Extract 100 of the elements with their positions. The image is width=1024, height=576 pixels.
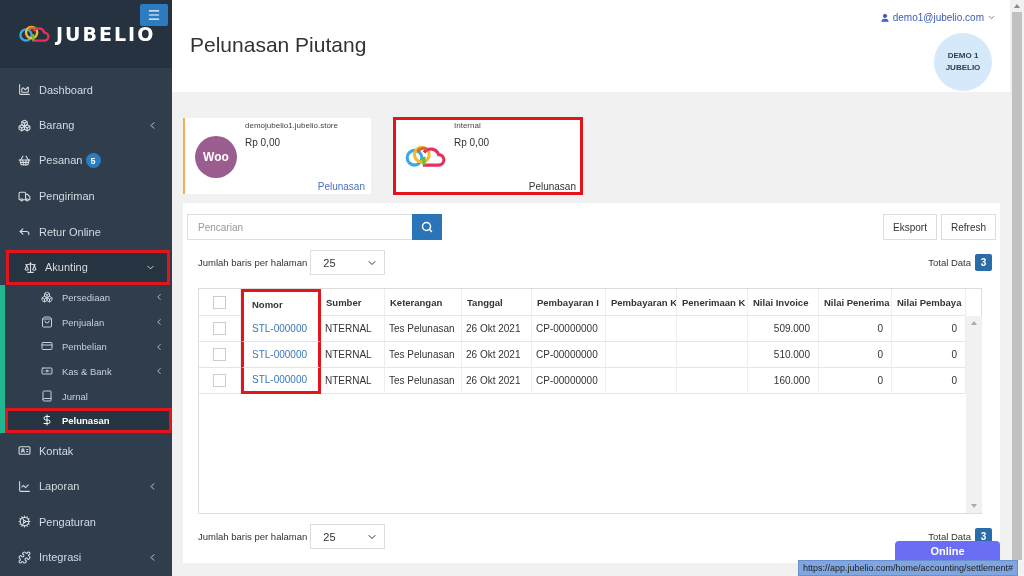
column-header[interactable]: Nomor: [241, 289, 321, 316]
table-cell: 26 Okt 2021: [462, 316, 532, 342]
table-cell: Tes Pelunasan: [385, 368, 462, 394]
sidebar-item[interactable]: Laporan: [0, 468, 172, 505]
sidebar-item[interactable]: Pengaturan: [0, 504, 172, 540]
table-cell: 26 Okt 2021: [462, 368, 532, 394]
sidebar-item-icon: [18, 515, 31, 529]
column-header[interactable]: Nilai Penerima: [819, 289, 892, 316]
menu-icon: [147, 8, 161, 22]
sidebar-item-icon: [24, 260, 37, 274]
settlement-link[interactable]: Pelunasan: [528, 181, 576, 192]
column-header[interactable]: Pembayaran I: [532, 289, 606, 316]
rows-per-page-label: Jumlah baris per halaman: [198, 531, 308, 542]
user-menu[interactable]: demo1@jubelio.com: [879, 12, 996, 23]
column-header[interactable]: Tanggal: [462, 289, 532, 316]
store-amount: Rp 0,00: [454, 137, 491, 148]
sidebar-item-icon: [18, 154, 31, 168]
table-scrollbar[interactable]: [966, 316, 982, 513]
sidebar-item[interactable]: Kontak: [0, 433, 172, 469]
table-cell: [606, 368, 677, 394]
search-field[interactable]: Pencarian: [187, 214, 412, 240]
checkbox[interactable]: [213, 322, 226, 335]
toolbar-button[interactable]: Refresh: [941, 214, 996, 240]
sidebar-item-icon: [41, 364, 54, 378]
sidebar-item-icon: [18, 189, 31, 203]
store-amount: Rp 0,00: [245, 137, 282, 148]
caret-icon: [987, 13, 996, 22]
menu-button[interactable]: [140, 4, 168, 26]
online-button[interactable]: Online: [895, 541, 1000, 560]
rows-per-page-select[interactable]: 25: [310, 250, 386, 275]
store-name: demojubelio1.jubelio.store: [245, 121, 339, 130]
column-header[interactable]: Penerimaan K: [677, 289, 748, 316]
table-cell: 510.000: [748, 342, 819, 368]
table-cell: CP-00000000: [532, 316, 606, 342]
rows-per-page-label: Jumlah baris per halaman: [198, 257, 308, 268]
total-data-label: Total Data: [928, 257, 971, 268]
sidebar-item[interactable]: Retur Online: [0, 214, 172, 250]
sidebar-item[interactable]: Dashboard: [0, 72, 172, 108]
column-header[interactable]: Nilai Pembaya: [892, 289, 966, 316]
store-logo: Woo: [195, 135, 237, 178]
search-button[interactable]: [412, 214, 442, 240]
table-cell: CP-00000000: [532, 342, 606, 368]
settlement-number-link[interactable]: STL-000000: [241, 342, 321, 368]
sidebar-item[interactable]: Barang: [0, 107, 172, 143]
column-header[interactable]: Nilai Invoice: [748, 289, 819, 316]
sidebar-subitem[interactable]: Persediaan: [5, 285, 172, 310]
sidebar-subitem[interactable]: Kas & Bank: [5, 359, 172, 384]
sidebar-item-icon: [41, 290, 54, 304]
total-count: 3: [975, 254, 992, 271]
store-name: Internal: [454, 121, 482, 130]
settlement-link[interactable]: Pelunasan: [317, 181, 365, 192]
checkbox[interactable]: [213, 295, 226, 309]
status-url-tooltip: https://app.jubelio.com/home/accounting/settlement#: [798, 560, 1019, 576]
chevron-left-icon: [154, 366, 164, 377]
sidebar-item-icon: [41, 389, 54, 403]
sidebar-item[interactable]: Integrasi: [0, 539, 172, 576]
sidebar-subitem[interactable]: Pelunasan: [5, 408, 172, 434]
table-cell: [677, 316, 748, 342]
column-header[interactable]: Sumber: [321, 289, 385, 316]
sidebar-subitem[interactable]: Jurnal: [5, 383, 172, 409]
sidebar-item[interactable]: Akunting: [6, 249, 170, 285]
table-cell: [677, 368, 748, 394]
table-cell: 26 Okt 2021: [462, 342, 532, 368]
sidebar-item-icon: [18, 479, 31, 493]
sidebar-item[interactable]: Pesanan 5: [0, 143, 172, 179]
table-cell: NTERNAL: [321, 316, 385, 342]
table-cell: [606, 342, 677, 368]
table-cell: Tes Pelunasan: [385, 316, 462, 342]
table-cell: 0: [819, 316, 892, 342]
table-cell: NTERNAL: [321, 342, 385, 368]
rows-per-page-select[interactable]: 25: [310, 524, 386, 549]
settlement-number-link[interactable]: STL-000000: [241, 316, 321, 342]
toolbar-button[interactable]: Eksport: [883, 214, 937, 240]
table-cell: 160.000: [748, 368, 819, 394]
sidebar-subitem[interactable]: Pembelian: [5, 334, 172, 360]
chevron-left-icon: [154, 317, 164, 328]
sidebar-item-icon: [41, 414, 54, 428]
sidebar-item-icon: [41, 315, 54, 329]
table-cell: [677, 342, 748, 368]
table-cell: CP-00000000: [532, 368, 606, 394]
settlement-number-link[interactable]: STL-000000: [241, 368, 321, 394]
table-cell: NTERNAL: [321, 368, 385, 394]
avatar-initials: DEMO 1 JUBELIO: [934, 33, 992, 91]
count-badge: 5: [85, 153, 101, 169]
checkbox[interactable]: [213, 374, 226, 387]
sidebar-item-icon: [18, 550, 31, 564]
column-header[interactable]: Keterangan: [385, 289, 462, 316]
chevron-left-icon: [154, 341, 164, 352]
table-cell: 509.000: [748, 316, 819, 342]
sidebar-item[interactable]: Pengiriman: [0, 178, 172, 214]
search-icon: [421, 221, 433, 233]
user-icon: [879, 12, 890, 23]
table-cell: 0: [819, 342, 892, 368]
table-cell: 0: [819, 368, 892, 394]
table-cell: [606, 316, 677, 342]
sidebar-item-icon: [18, 83, 31, 97]
chevron-left-icon: [154, 292, 164, 303]
checkbox[interactable]: [213, 348, 226, 361]
sidebar-subitem[interactable]: Penjualan: [5, 309, 172, 335]
sidebar-item-icon: [18, 118, 31, 132]
